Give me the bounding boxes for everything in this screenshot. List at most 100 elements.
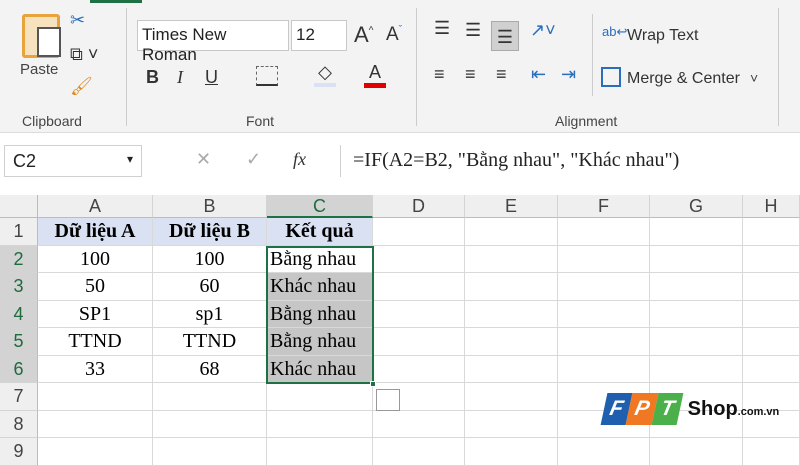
cell-C9[interactable] bbox=[267, 438, 373, 466]
underline-button[interactable]: U bbox=[205, 67, 218, 88]
select-all-button[interactable] bbox=[0, 195, 38, 218]
column-header-F[interactable]: F bbox=[558, 195, 650, 218]
font-size-select[interactable]: 12 bbox=[291, 20, 347, 51]
cell-D4[interactable] bbox=[373, 300, 465, 328]
cell-A8[interactable] bbox=[38, 410, 153, 438]
align-middle-icon[interactable]: ☰ bbox=[465, 20, 481, 41]
cell-H3[interactable] bbox=[743, 273, 800, 301]
row-header-4[interactable]: 4 bbox=[0, 300, 38, 328]
cell-D2[interactable] bbox=[373, 245, 465, 273]
column-header-E[interactable]: E bbox=[465, 195, 558, 218]
cell-F1[interactable] bbox=[558, 218, 650, 246]
increase-font-icon[interactable]: A^ bbox=[354, 22, 373, 48]
cell-B8[interactable] bbox=[153, 410, 267, 438]
cell-A7[interactable] bbox=[38, 383, 153, 411]
cell-A6[interactable]: 33 bbox=[38, 355, 153, 383]
cut-icon[interactable]: ✂ bbox=[70, 10, 85, 31]
cell-A1[interactable]: Dữ liệu A bbox=[38, 218, 153, 246]
row-header-9[interactable]: 9 bbox=[0, 438, 38, 466]
decrease-indent-icon[interactable]: ⇤ bbox=[531, 64, 546, 85]
cell-F5[interactable] bbox=[558, 328, 650, 356]
cell-B2[interactable]: 100 bbox=[153, 245, 267, 273]
cell-B9[interactable] bbox=[153, 438, 267, 466]
column-header-B[interactable]: B bbox=[153, 195, 267, 218]
cell-E8[interactable] bbox=[465, 410, 558, 438]
align-right-icon[interactable]: ≡ bbox=[496, 64, 507, 85]
cell-A9[interactable] bbox=[38, 438, 153, 466]
cell-G3[interactable] bbox=[650, 273, 743, 301]
cell-D5[interactable] bbox=[373, 328, 465, 356]
paste-icon[interactable] bbox=[22, 14, 61, 58]
merge-dropdown-icon[interactable]: ˅ bbox=[750, 70, 758, 86]
cell-E7[interactable] bbox=[465, 383, 558, 411]
paste-button[interactable]: Paste bbox=[20, 61, 58, 78]
cell-F4[interactable] bbox=[558, 300, 650, 328]
row-header-8[interactable]: 8 bbox=[0, 410, 38, 438]
increase-indent-icon[interactable]: ⇥ bbox=[561, 64, 576, 85]
cell-G2[interactable] bbox=[650, 245, 743, 273]
cell-E6[interactable] bbox=[465, 355, 558, 383]
align-center-icon[interactable]: ≡ bbox=[465, 64, 476, 85]
formula-input[interactable]: =IF(A2=B2, "Bằng nhau", "Khác nhau") bbox=[340, 145, 800, 177]
cell-E5[interactable] bbox=[465, 328, 558, 356]
format-painter-icon[interactable]: 🖌 bbox=[70, 76, 93, 97]
italic-button[interactable]: I bbox=[177, 67, 183, 88]
row-header-5[interactable]: 5 bbox=[0, 328, 38, 356]
align-top-icon[interactable]: ☰ bbox=[434, 18, 450, 39]
cell-G1[interactable] bbox=[650, 218, 743, 246]
cell-F2[interactable] bbox=[558, 245, 650, 273]
bold-button[interactable]: B bbox=[146, 67, 159, 88]
cell-E9[interactable] bbox=[465, 438, 558, 466]
copy-icon[interactable]: ⧉ ˅ bbox=[70, 44, 98, 65]
cell-D1[interactable] bbox=[373, 218, 465, 246]
row-header-2[interactable]: 2 bbox=[0, 245, 38, 273]
cell-A4[interactable]: SP1 bbox=[38, 300, 153, 328]
name-box[interactable]: C2 ▾ bbox=[4, 145, 142, 177]
orientation-icon[interactable]: ↗˅ bbox=[530, 20, 556, 41]
fill-color-icon[interactable]: ◇ bbox=[314, 62, 336, 87]
cell-C8[interactable] bbox=[267, 410, 373, 438]
cell-B3[interactable]: 60 bbox=[153, 273, 267, 301]
cell-B6[interactable]: 68 bbox=[153, 355, 267, 383]
cell-H5[interactable] bbox=[743, 328, 800, 356]
cell-G9[interactable] bbox=[650, 438, 743, 466]
cell-G4[interactable] bbox=[650, 300, 743, 328]
cell-H9[interactable] bbox=[743, 438, 800, 466]
column-header-A[interactable]: A bbox=[38, 195, 153, 218]
cell-A3[interactable]: 50 bbox=[38, 273, 153, 301]
cell-E2[interactable] bbox=[465, 245, 558, 273]
cell-H2[interactable] bbox=[743, 245, 800, 273]
cell-D8[interactable] bbox=[373, 410, 465, 438]
column-header-C[interactable]: C bbox=[267, 195, 373, 218]
merge-center-button[interactable]: Merge & Center bbox=[627, 70, 740, 88]
enter-icon[interactable]: ✓ bbox=[246, 149, 261, 170]
font-color-icon[interactable]: A bbox=[364, 62, 386, 88]
cell-H6[interactable] bbox=[743, 355, 800, 383]
column-header-G[interactable]: G bbox=[650, 195, 743, 218]
column-header-H[interactable]: H bbox=[743, 195, 800, 218]
align-left-icon[interactable]: ≡ bbox=[434, 64, 445, 85]
cell-D9[interactable] bbox=[373, 438, 465, 466]
font-name-select[interactable]: Times New Roman bbox=[137, 20, 289, 64]
cell-B7[interactable] bbox=[153, 383, 267, 411]
cell-C7[interactable] bbox=[267, 383, 373, 411]
cell-D3[interactable] bbox=[373, 273, 465, 301]
cell-F9[interactable] bbox=[558, 438, 650, 466]
cell-B1[interactable]: Dữ liệu B bbox=[153, 218, 267, 246]
decrease-font-icon[interactable]: Aˇ bbox=[386, 24, 402, 46]
insert-function-icon[interactable]: fx bbox=[293, 149, 306, 170]
row-header-1[interactable]: 1 bbox=[0, 218, 38, 246]
cell-A2[interactable]: 100 bbox=[38, 245, 153, 273]
cell-C1[interactable]: Kết quả bbox=[267, 218, 373, 246]
cell-H1[interactable] bbox=[743, 218, 800, 246]
wrap-text-button[interactable]: Wrap Text bbox=[627, 27, 698, 45]
column-header-D[interactable]: D bbox=[373, 195, 465, 218]
cell-B4[interactable]: sp1 bbox=[153, 300, 267, 328]
cell-E4[interactable] bbox=[465, 300, 558, 328]
row-header-3[interactable]: 3 bbox=[0, 273, 38, 301]
cell-B5[interactable]: TTND bbox=[153, 328, 267, 356]
cell-E3[interactable] bbox=[465, 273, 558, 301]
fill-handle[interactable] bbox=[370, 381, 376, 387]
cell-G6[interactable] bbox=[650, 355, 743, 383]
cell-G5[interactable] bbox=[650, 328, 743, 356]
